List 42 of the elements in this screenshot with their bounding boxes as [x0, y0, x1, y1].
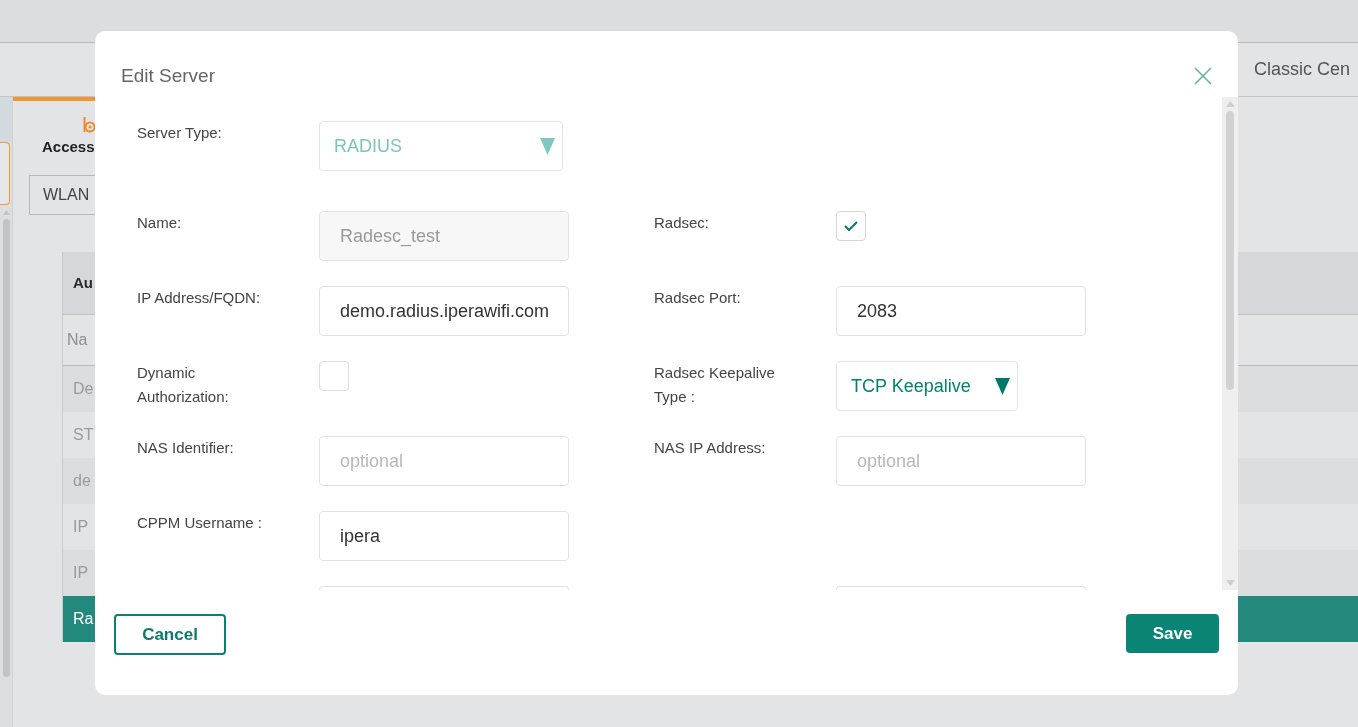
field-label: Dynamic Authorization:	[137, 364, 229, 405]
checkbox[interactable]	[319, 361, 349, 391]
scroll-up-icon[interactable]	[3, 210, 10, 215]
scroll-up-icon[interactable]	[1225, 101, 1235, 107]
field-label: Radsec:	[654, 214, 710, 231]
dropdown[interactable]: TCP Keepalive	[836, 361, 1018, 411]
filter-select[interactable]: WLAN	[29, 175, 95, 215]
field-label: NAS IP Address:	[654, 439, 766, 456]
cancel-button[interactable]: Cancel	[114, 614, 226, 655]
caret-icon	[540, 137, 555, 155]
input-field[interactable]: demo.radius.iperawifi.com	[319, 286, 569, 336]
close-icon	[1194, 67, 1212, 85]
input-field[interactable]: optional	[836, 436, 1086, 486]
ring-icon	[83, 117, 95, 133]
checkbox[interactable]	[836, 211, 866, 241]
field-label: CPPM Username :	[137, 514, 263, 531]
table-cell-text: de	[73, 471, 91, 491]
dialog-title: Edit Server	[121, 64, 215, 88]
scrollbar-thumb[interactable]	[3, 219, 10, 677]
field-label: Radsec Keepalive Type :	[654, 364, 775, 405]
table-cell-text: ST	[73, 425, 94, 445]
table-cell-text: IP	[73, 563, 89, 583]
check-icon	[844, 221, 858, 231]
input-field[interactable]: 2083	[836, 286, 1086, 336]
table-cell-text: Ra	[73, 609, 94, 629]
caret-icon	[995, 377, 1010, 395]
scroll-down-icon[interactable]	[1225, 580, 1235, 586]
side-tab[interactable]	[0, 142, 10, 205]
input-field[interactable]: optional	[319, 436, 569, 486]
table-cell-text: IP	[73, 517, 89, 537]
field-label: Server Type:	[137, 124, 222, 141]
table-cell-text: De	[73, 379, 94, 399]
panel-title: Access	[42, 137, 95, 157]
scrollbar-thumb[interactable]	[1226, 111, 1234, 390]
table-title: Au	[73, 272, 93, 293]
field-label: NAS Identifier:	[137, 439, 234, 456]
header-tab[interactable]: Classic Cen	[1254, 56, 1351, 83]
field-label: Name:	[137, 214, 182, 231]
field-label: Radsec Port:	[654, 289, 741, 306]
input-field[interactable]: ipera	[319, 511, 569, 561]
save-button[interactable]: Save	[1126, 614, 1219, 653]
field-label: IP Address/FQDN:	[137, 289, 261, 306]
